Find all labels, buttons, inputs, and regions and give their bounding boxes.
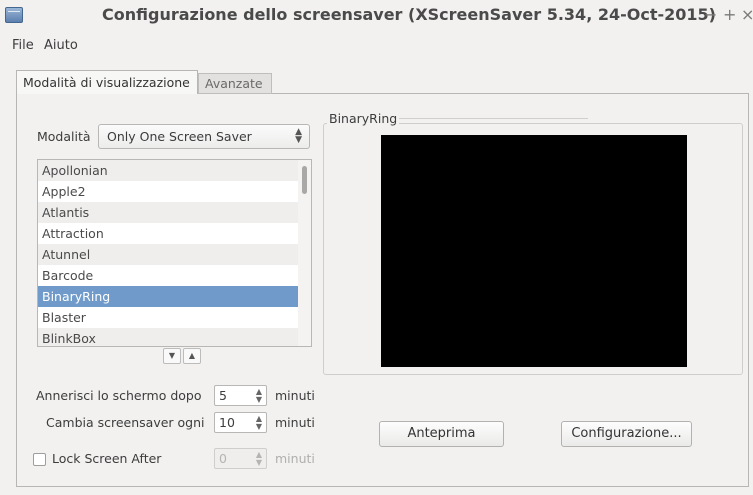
blank-after-label: Annerisci lo schermo dopo [36,388,202,403]
tab-display-mode[interactable]: Modalità di visualizzazione [16,70,198,94]
lock-after-value: 0 [219,451,227,466]
lock-screen-label[interactable]: Lock Screen After [52,451,161,466]
window-title: Configurazione dello screensaver (XScree… [102,5,716,24]
menu-file[interactable]: File [12,38,34,53]
cycle-after-unit: minuti [275,415,315,430]
arrow-up-icon: ▲ [188,351,196,360]
list-item[interactable]: BlinkBox [38,328,298,346]
list-item[interactable]: Atlantis [38,202,298,223]
arrow-down-icon: ▼ [168,351,176,360]
scrollbar-thumb[interactable] [302,166,307,194]
list-item[interactable]: Apple2 [38,181,298,202]
close-button[interactable]: × [741,5,753,24]
move-down-button[interactable]: ▼ [163,348,181,364]
preview-screen [381,135,687,367]
maximize-button[interactable]: + [723,5,736,24]
list-item[interactable]: Atunnel [38,244,298,265]
preview-button[interactable]: Anteprima [379,421,504,447]
blank-after-spinner[interactable]: 5 ▲ ▼ [214,385,267,406]
mode-select-value: Only One Screen Saver [107,129,252,144]
spinner-arrows-icon[interactable]: ▲ ▼ [256,388,262,404]
list-item[interactable]: Attraction [38,223,298,244]
minimize-button[interactable]: − [704,5,717,24]
settings-button[interactable]: Configurazione... [561,421,692,447]
list-item[interactable]: Blaster [38,307,298,328]
preview-title: BinaryRing [327,111,400,126]
blank-after-unit: minuti [275,388,315,403]
screensaver-list[interactable]: Apollonian Apple2 Atlantis Attraction Atunne… [37,159,312,347]
select-arrows-icon: ▲ ▼ [295,127,302,145]
app-window-icon[interactable] [5,7,23,23]
mode-label: Modalità [37,129,91,144]
spinner-arrows-icon[interactable]: ▲ ▼ [256,415,262,431]
frame-title-underline [398,118,588,119]
list-item[interactable]: Apollonian [38,160,298,181]
cycle-after-spinner[interactable]: 10 ▲ ▼ [214,412,267,433]
lock-after-spinner: 0 ▲ ▼ [214,448,267,469]
menu-help[interactable]: Aiuto [44,38,78,53]
cycle-after-label: Cambia screensaver ogni [46,415,205,430]
spinner-arrows-icon: ▲ ▼ [255,450,262,467]
blank-after-value: 5 [219,388,227,403]
list-item[interactable]: BinaryRing [38,286,298,307]
tab-advanced[interactable]: Avanzate [198,73,272,94]
list-item[interactable]: Barcode [38,265,298,286]
list-scrollbar[interactable] [298,160,311,346]
move-up-button[interactable]: ▲ [183,348,201,364]
mode-select[interactable]: Only One Screen Saver ▲ ▼ [98,124,310,149]
cycle-after-value: 10 [219,415,235,430]
lock-screen-checkbox[interactable] [33,453,46,466]
lock-after-unit: minuti [275,451,315,466]
